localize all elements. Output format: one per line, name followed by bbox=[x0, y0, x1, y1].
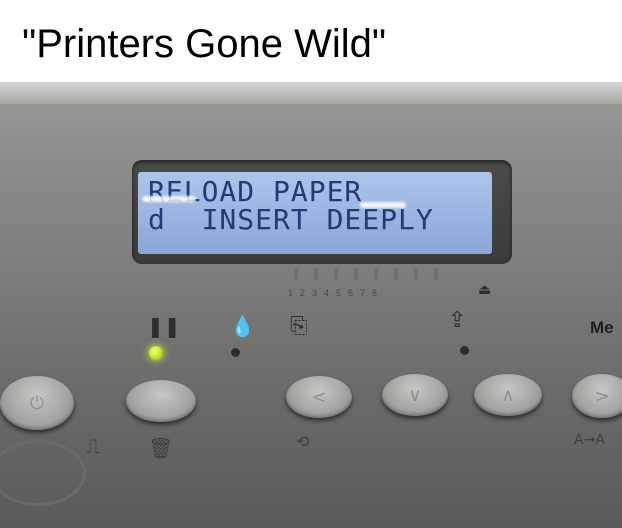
ink-drop-icon: 💧 bbox=[230, 314, 255, 338]
paper-source-icon: ⎍ bbox=[86, 434, 100, 458]
paper-eject-icon: ⇪ bbox=[448, 308, 467, 333]
cartridge-icon: ⏏ bbox=[478, 282, 492, 298]
up-arrow-icon: ∧ bbox=[501, 384, 515, 406]
right-arrow-icon: > bbox=[594, 385, 610, 407]
ink-led bbox=[231, 348, 240, 357]
power-icon: ⏻ bbox=[29, 392, 45, 414]
lcd-glare bbox=[360, 202, 406, 208]
down-arrow-icon: ∨ bbox=[408, 384, 422, 406]
lcd-display: RELOAD PAPER d INSERT DEEPLY bbox=[138, 172, 492, 254]
ink-level-segments bbox=[294, 268, 464, 280]
lcd-line-1: RELOAD PAPER bbox=[148, 175, 363, 208]
left-arrow-icon: < bbox=[311, 386, 327, 408]
paper-feed-icon: ⎘ bbox=[290, 314, 308, 339]
up-button[interactable]: ∧ bbox=[474, 374, 542, 416]
ink-slot-numbers: 12345678 bbox=[288, 288, 385, 298]
lcd-glare bbox=[142, 196, 196, 202]
printer-top-edge bbox=[0, 82, 622, 104]
power-button-ring bbox=[0, 440, 86, 506]
power-button[interactable]: ⏻ bbox=[0, 376, 74, 430]
eject-led bbox=[460, 346, 469, 355]
reset-icon: ⟲ bbox=[296, 432, 310, 451]
pause-icon: ❚❚ bbox=[147, 314, 181, 338]
meme-caption: "Printers Gone Wild" bbox=[22, 22, 387, 66]
ab-icon: A→A bbox=[574, 432, 605, 448]
printer-panel-photo: RELOAD PAPER d INSERT DEEPLY 12345678 ⏏ … bbox=[0, 82, 622, 528]
lcd-line-2: d INSERT DEEPLY bbox=[148, 203, 434, 236]
left-button[interactable]: < bbox=[286, 376, 352, 418]
cancel-button[interactable] bbox=[126, 380, 196, 422]
menu-label: Me bbox=[590, 318, 614, 337]
status-led-green bbox=[149, 346, 163, 360]
down-button[interactable]: ∨ bbox=[382, 374, 448, 416]
right-button[interactable]: > bbox=[572, 374, 622, 418]
trash-icon: 🗑 bbox=[148, 436, 174, 460]
